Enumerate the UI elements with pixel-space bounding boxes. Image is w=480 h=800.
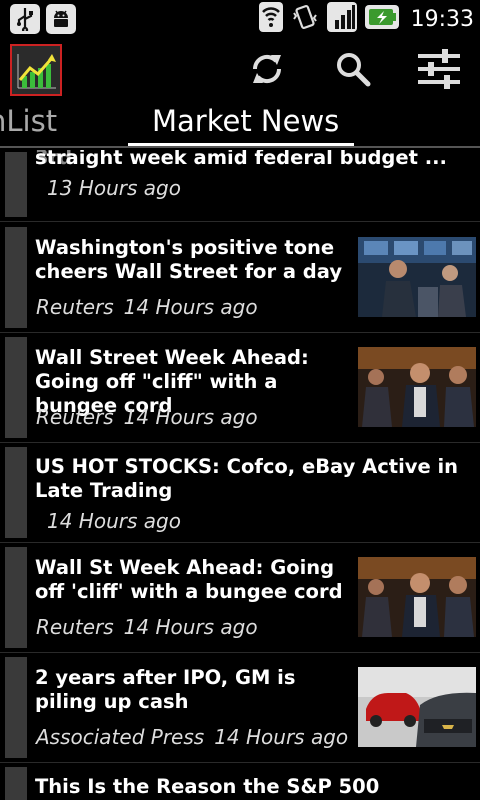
usb-icon (10, 4, 40, 34)
news-source: Reuters (36, 405, 114, 429)
news-time: 13 Hours ago (47, 176, 181, 200)
news-item[interactable]: 2 years after IPO, GM is piling up cash … (0, 653, 480, 763)
status-bar: 19:33 (0, 0, 480, 38)
android-debug-icon (46, 4, 76, 34)
tab-watchlist[interactable]: nList (0, 104, 57, 138)
news-meta: 13 Hours ago (47, 176, 181, 200)
news-title: Wall St Week Ahead: Going off 'cliff' wi… (35, 556, 343, 603)
tab-divider (0, 146, 480, 148)
trading-floor-photo[interactable] (358, 237, 476, 317)
news-time: 14 Hours ago (123, 615, 258, 639)
settings-sliders-icon[interactable] (416, 46, 462, 92)
news-item[interactable]: Wall St Week Ahead: Going off 'cliff' wi… (0, 543, 480, 653)
item-marker (5, 337, 27, 438)
news-time: 14 Hours ago (123, 295, 258, 319)
news-item[interactable]: Washington's positive tone cheers Wall S… (0, 223, 480, 333)
tab-market-news[interactable]: Market News (152, 104, 339, 138)
news-source: Associated Press (36, 725, 205, 749)
search-icon[interactable] (330, 46, 376, 92)
news-title: straight week amid federal budget ... (35, 150, 447, 169)
news-meta: 14 Hours ago (47, 509, 181, 533)
news-title: US HOT STOCKS: Cofco, eBay Active in Lat… (35, 455, 459, 502)
vibrate-icon (291, 3, 319, 35)
item-marker (5, 227, 27, 328)
app-chart-icon[interactable] (10, 44, 62, 96)
traders-photo[interactable] (358, 557, 476, 637)
battery-charging-icon (364, 5, 399, 33)
news-title: Washington's positive tone cheers Wall S… (35, 236, 343, 283)
cars-photo[interactable] (358, 667, 476, 747)
news-item[interactable]: This Is the Reason the S&P 500 Bounced (0, 763, 480, 800)
news-title: 2 years after IPO, GM is piling up cash (35, 666, 296, 713)
news-source: Reuters (36, 295, 114, 319)
item-marker (5, 152, 27, 217)
news-meta: Associated Press 14 Hours ago (36, 725, 348, 749)
traders-photo[interactable] (358, 347, 476, 427)
news-item[interactable]: US HOT STOCKS: Cofco, eBay Active in Lat… (0, 443, 480, 543)
news-meta: Reuters 14 Hours ago (36, 615, 258, 639)
refresh-icon[interactable] (244, 46, 290, 92)
news-time: 14 Hours ago (123, 405, 258, 429)
item-marker (5, 657, 27, 758)
news-time: 14 Hours ago (47, 509, 181, 533)
news-meta: Reuters 14 Hours ago (36, 295, 258, 319)
item-marker (5, 547, 27, 648)
action-bar (0, 38, 480, 100)
news-list[interactable]: Stock market roundup: Dow falls for 3rd … (0, 150, 480, 800)
status-time: 19:33 (410, 6, 474, 32)
wifi-icon (258, 2, 283, 36)
news-title: This Is the Reason the S&P 500 Bounced (35, 775, 380, 800)
news-item[interactable]: Stock market roundup: Dow falls for 3rd … (0, 150, 480, 222)
news-item[interactable]: Wall Street Week Ahead: Going off "cliff… (0, 333, 480, 443)
news-meta: Reuters 14 Hours ago (36, 405, 258, 429)
news-time: 14 Hours ago (214, 725, 349, 749)
signal-roaming-icon (326, 2, 357, 36)
tab-bar: nList Market News (0, 100, 480, 150)
news-source: Reuters (36, 615, 114, 639)
item-marker (5, 447, 27, 538)
item-marker (5, 767, 27, 800)
